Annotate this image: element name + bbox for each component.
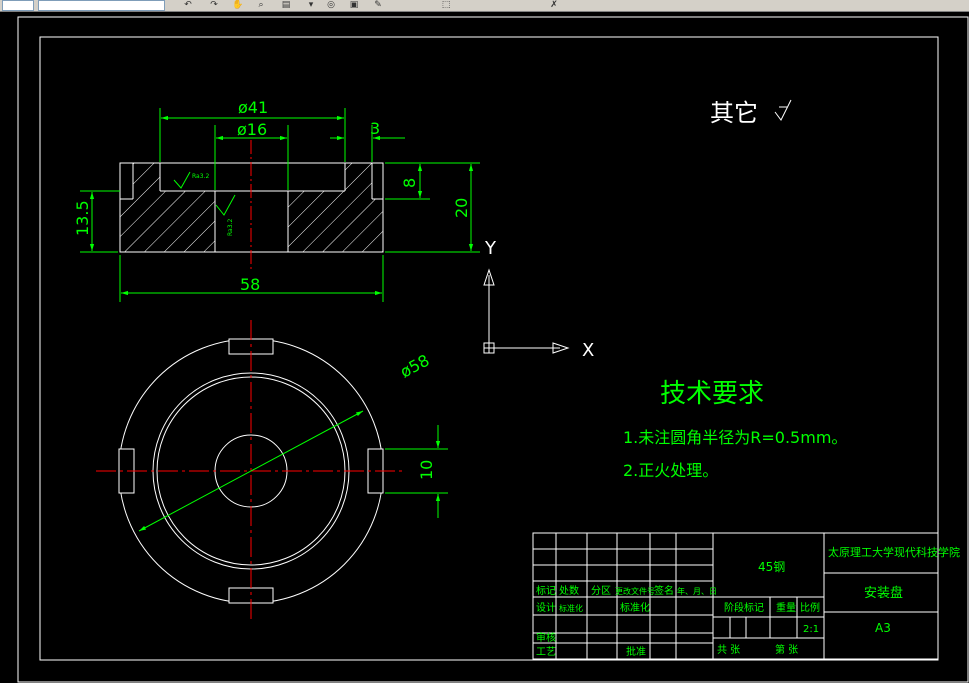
title-block-scale: 2:1 [803, 624, 819, 635]
paste-icon[interactable]: ▣ [348, 0, 360, 10]
title-block-mark: 标记 [536, 585, 556, 597]
tech-note-2: 2.正火处理。 [623, 461, 718, 480]
dim-3: 3 [370, 119, 380, 138]
roughness-label-2: Ra3.2 [227, 219, 234, 236]
title-block-sign: 签名 [654, 584, 674, 597]
ucs-x-label: X [582, 340, 594, 361]
layer-icon[interactable]: ▤ [280, 0, 292, 10]
title-block-docno: 更改文件号 [615, 586, 655, 596]
title-block-standardize: 标准化 [559, 603, 583, 613]
copy-icon[interactable]: ◎ [325, 0, 337, 10]
title-block-approve: 批准 [626, 645, 646, 658]
roughness-label-1: Ra3.2 [192, 173, 209, 180]
title-block-count: 处数 [559, 584, 579, 597]
dim-d16: ø16 [237, 120, 267, 139]
title-block-std: 标准化 [620, 601, 650, 614]
erase-icon[interactable]: ✗ [548, 0, 560, 10]
drawing-canvas[interactable]: ø41 ø16 3 8 20 13.5 58 Ra3.2 Ra3.2 Y X 其… [0, 12, 969, 683]
undo-icon[interactable]: ↶ [182, 0, 194, 10]
title-block-ratio: 比例 [800, 601, 820, 614]
title-block-total: 共 张 [717, 644, 740, 656]
title-block-weight: 重量 [776, 601, 796, 614]
select-icon[interactable]: ⬚ [440, 0, 452, 10]
title-block-material: 45钢 [758, 560, 785, 574]
dim-58-length: 58 [240, 275, 260, 294]
dim-20: 20 [452, 198, 471, 218]
title-block-stage: 阶段标记 [724, 601, 764, 614]
pan-icon[interactable]: ✋ [232, 0, 244, 10]
title-block-sheet: 第 张 [775, 643, 798, 656]
title-block-check: 审核 [536, 631, 556, 644]
style-dropdown[interactable] [38, 0, 165, 11]
tech-requirements-title: 技术要求 [660, 379, 764, 409]
dim-13-5: 13.5 [73, 200, 92, 236]
ucs-y-label: Y [484, 238, 497, 259]
other-roughness-note: 其它 [710, 99, 758, 127]
zoom-icon[interactable]: ⌕ [255, 0, 267, 10]
title-block-part-name: 安装盘 [864, 585, 903, 601]
draw-icon[interactable]: ✎ [372, 0, 384, 10]
dim-8: 8 [400, 178, 419, 188]
dim-d41: ø41 [238, 98, 268, 117]
title-block-sheet-size: A3 [875, 621, 891, 635]
tech-note-1: 1.未注圆角半径为R=0.5mm。 [623, 428, 847, 447]
toolbar: ↶ ↷ ✋ ⌕ ▤ ▾ ◎ ▣ ✎ ⬚ ✗ [0, 0, 969, 12]
title-block-process: 工艺 [536, 646, 556, 658]
dim-10: 10 [417, 460, 436, 480]
title-block-zone: 分区 [591, 585, 611, 597]
title-block-school: 太原理工大学现代科技学院 [828, 545, 960, 559]
redo-icon[interactable]: ↷ [208, 0, 220, 10]
title-block-date: 年、月、日 [677, 586, 717, 596]
layer-dropdown[interactable] [2, 0, 34, 11]
properties-icon[interactable]: ▾ [305, 0, 317, 10]
title-block-design: 设计 [536, 601, 556, 614]
